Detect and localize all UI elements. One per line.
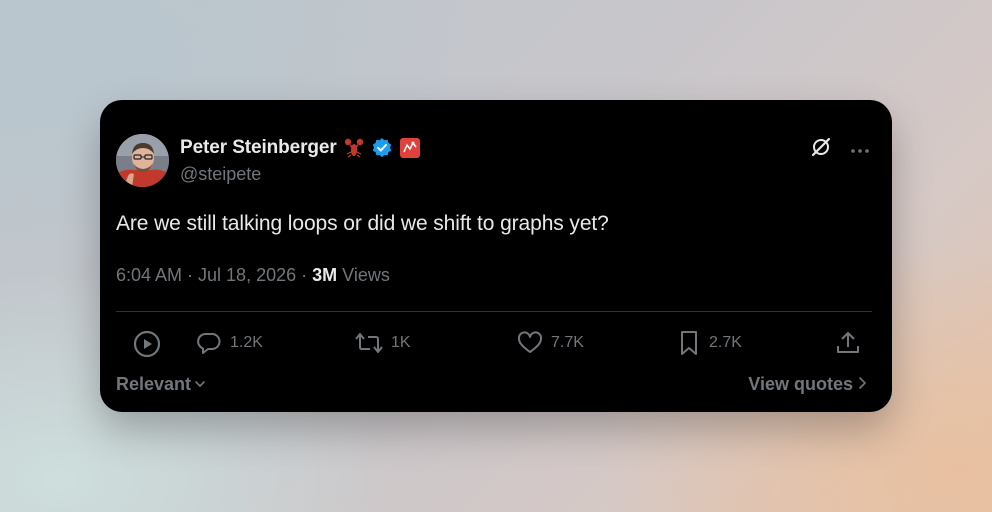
repost-button[interactable]: 1K [354,329,411,357]
tweet-text: Are we still talking loops or did we shi… [116,212,609,235]
bookmark-icon [676,329,702,357]
more-icon[interactable] [850,141,870,159]
like-button[interactable]: 7.7K [516,329,584,357]
chevron-down-icon [194,374,206,395]
grok-icon[interactable] [810,136,832,163]
sort-label: Relevant [116,374,192,394]
tweet-footer: Relevant View quotes [116,374,868,395]
share-icon [834,329,862,357]
chevron-right-icon [856,374,868,395]
repost-count: 1K [391,334,411,351]
red-flag-icon[interactable] [399,137,421,159]
reply-button[interactable]: 1.2K [195,329,263,357]
reply-count: 1.2K [230,334,263,351]
view-quotes-label: View quotes [748,374,853,394]
play-button[interactable] [132,329,162,359]
top-actions [810,136,870,163]
like-count: 7.7K [551,334,584,351]
author-name-row: Peter Steinberger [180,137,421,159]
sort-dropdown[interactable]: Relevant [116,374,206,395]
tweet-card: Peter Steinberger @steipete Are we still… [100,100,892,412]
view-quotes-link[interactable]: View quotes [748,374,868,395]
verified-badge-icon[interactable] [371,137,393,159]
timestamp[interactable]: 6:04 AM · Jul 18, 2026 · [116,265,312,285]
views-label: Views [337,265,390,285]
lobster-emoji-icon [343,137,365,159]
play-circle-icon [132,329,162,359]
author-handle[interactable]: @steipete [180,164,261,185]
heart-icon [516,329,544,357]
share-button[interactable] [834,329,862,357]
author-name[interactable]: Peter Steinberger [180,137,337,159]
views-count: 3M [312,265,338,285]
bookmark-button[interactable]: 2.7K [676,329,742,357]
avatar[interactable] [116,134,169,187]
reply-icon [195,329,223,357]
tweet-meta: 6:04 AM · Jul 18, 2026 · 3M Views [116,265,390,286]
bookmark-count: 2.7K [709,334,742,351]
action-bar: 1.2K 1K 7.7K 2.7K [132,329,868,359]
repost-icon [354,329,384,357]
divider [116,311,872,312]
